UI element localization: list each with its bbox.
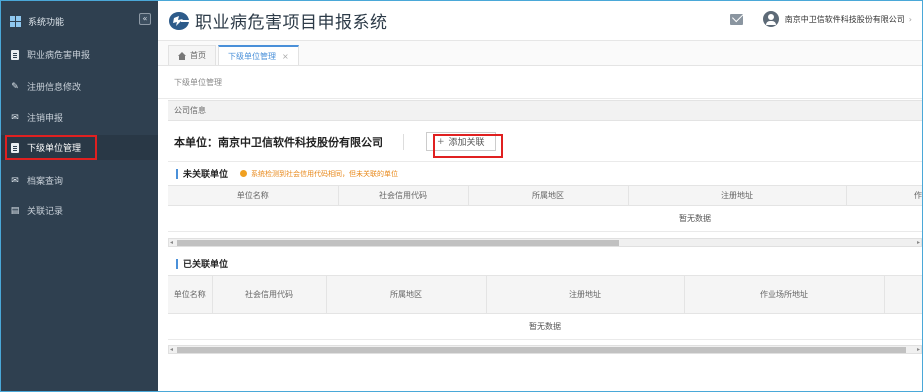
column-header[interactable]: 单位名称 xyxy=(168,275,213,314)
close-icon[interactable]: × xyxy=(282,52,289,61)
empty-message: 暂无数据 xyxy=(168,205,922,232)
breadcrumb-current: 下级单位管理 xyxy=(174,77,222,87)
sidebar: 系统功能 « 职业病危害申报 ✎ 注册信息修改 ✉ 注销申报 下级单位管理 ✉ … xyxy=(1,1,158,391)
section-title: 公司信息 xyxy=(174,106,206,115)
scroll-right-icon[interactable]: ▸ xyxy=(917,346,920,353)
sidebar-header-label: 系统功能 xyxy=(28,17,65,28)
tab-label: 下级单位管理 xyxy=(228,51,276,61)
main-area: 职业病危害项目申报系统 南京中卫信软件科技股份有限公司 › 首页 下级单位管理 ×… xyxy=(158,1,922,391)
column-header[interactable]: 作 xyxy=(846,185,922,206)
column-header[interactable]: 单位名称 xyxy=(168,185,339,206)
sidebar-item-label: 注销申报 xyxy=(27,114,64,124)
scroll-left-icon[interactable]: ◂ xyxy=(170,239,173,246)
tab-bar: 首页 下级单位管理 × xyxy=(158,41,922,66)
sidebar-item-label: 关联记录 xyxy=(27,207,64,217)
column-header[interactable]: 注册地址 xyxy=(486,275,685,314)
column-header[interactable]: 作业场所地址 xyxy=(684,275,885,314)
sidebar-item-label: 档案查询 xyxy=(27,177,64,187)
avatar[interactable] xyxy=(762,11,779,27)
user-area: 南京中卫信软件科技股份有限公司 › xyxy=(729,11,912,27)
section-marker xyxy=(176,168,178,179)
column-header[interactable]: 社会信用代码 xyxy=(212,275,327,314)
column-header xyxy=(884,275,922,314)
warning-message: 系统检测到社会信用代码相同，但未关联的单位 xyxy=(240,169,398,179)
document-icon xyxy=(10,49,20,60)
scrollbar-thumb[interactable] xyxy=(177,240,619,246)
section-marker xyxy=(176,258,178,269)
sidebar-item-cancellation[interactable]: ✉ 注销申报 xyxy=(1,105,158,130)
home-icon xyxy=(178,51,186,60)
scroll-right-icon[interactable]: ▸ xyxy=(917,239,920,246)
app-title: 职业病危害项目申报系统 xyxy=(195,13,388,33)
sidebar-item-label: 职业病危害申报 xyxy=(27,51,91,61)
mail-icon: ✉ xyxy=(11,175,19,186)
message-icon[interactable] xyxy=(729,13,743,25)
linked-units-table: 单位名称 社会信用代码 所属地区 注册地址 作业场所地址 暂无数据 xyxy=(168,275,922,340)
unlinked-units-table: 单位名称 社会信用代码 所属地区 注册地址 作 暂无数据 xyxy=(168,185,922,232)
breadcrumb: 下级单位管理 xyxy=(158,66,922,99)
empty-message: 暂无数据 xyxy=(168,313,922,340)
unlinked-units-title: 未关联单位 xyxy=(183,170,229,180)
linked-units-title: 已关联单位 xyxy=(183,260,229,270)
table-header-row: 单位名称 社会信用代码 所属地区 注册地址 作 xyxy=(168,185,922,206)
edit-icon: ✎ xyxy=(11,81,19,92)
linked-units-header: 已关联单位 xyxy=(168,255,922,272)
current-unit-label: 本单位：南京中卫信软件科技股份有限公司 xyxy=(174,135,383,149)
chevron-right-icon: › xyxy=(908,14,912,24)
user-company-name: 南京中卫信软件科技股份有限公司 xyxy=(784,14,905,24)
tab-subordinate-units[interactable]: 下级单位管理 × xyxy=(218,45,299,65)
sidebar-header: 系统功能 « xyxy=(1,1,158,41)
sidebar-item-link-records[interactable]: ▤ 关联记录 xyxy=(1,198,158,223)
column-header[interactable]: 注册地址 xyxy=(628,185,847,206)
list-icon: ▤ xyxy=(10,205,20,216)
horizontal-scrollbar[interactable]: ◂ ▸ xyxy=(168,238,922,247)
scroll-left-icon[interactable]: ◂ xyxy=(170,346,173,353)
current-unit-row: 本单位：南京中卫信软件科技股份有限公司 + 添加关联 xyxy=(168,122,922,162)
sidebar-item-label: 注册信息修改 xyxy=(27,83,82,93)
top-bar: 职业病危害项目申报系统 南京中卫信软件科技股份有限公司 › xyxy=(158,1,922,41)
column-header[interactable]: 所属地区 xyxy=(326,275,487,314)
column-header[interactable]: 所属地区 xyxy=(468,185,629,206)
horizontal-scrollbar[interactable]: ◂ ▸ xyxy=(168,345,922,354)
grid-icon xyxy=(10,15,22,27)
company-info-section-header: 公司信息 xyxy=(168,100,922,121)
collapse-sidebar-button[interactable]: « xyxy=(139,13,151,25)
sidebar-item-registration-edit[interactable]: ✎ 注册信息修改 xyxy=(1,74,158,99)
logo-icon xyxy=(169,11,189,30)
sidebar-item-archive-query[interactable]: ✉ 档案查询 xyxy=(1,168,158,193)
column-header[interactable]: 社会信用代码 xyxy=(338,185,469,206)
unlinked-units-header: 未关联单位 系统检测到社会信用代码相同，但未关联的单位 xyxy=(168,165,922,182)
table-row: 暂无数据 xyxy=(168,313,922,340)
divider xyxy=(403,133,404,150)
table-header-row: 单位名称 社会信用代码 所属地区 注册地址 作业场所地址 xyxy=(168,275,922,314)
tab-label: 首页 xyxy=(190,51,206,60)
tab-home[interactable]: 首页 xyxy=(168,45,216,65)
warning-text: 系统检测到社会信用代码相同，但未关联的单位 xyxy=(251,169,399,178)
scrollbar-thumb[interactable] xyxy=(177,347,906,353)
highlight-box xyxy=(433,134,503,158)
mail-icon: ✉ xyxy=(11,112,19,123)
table-row: 暂无数据 xyxy=(168,205,922,232)
user-menu[interactable]: 南京中卫信软件科技股份有限公司 › xyxy=(785,14,912,25)
sidebar-item-occupational-hazard-report[interactable]: 职业病危害申报 xyxy=(1,42,158,67)
highlight-box xyxy=(5,135,97,160)
warning-icon xyxy=(240,170,248,177)
